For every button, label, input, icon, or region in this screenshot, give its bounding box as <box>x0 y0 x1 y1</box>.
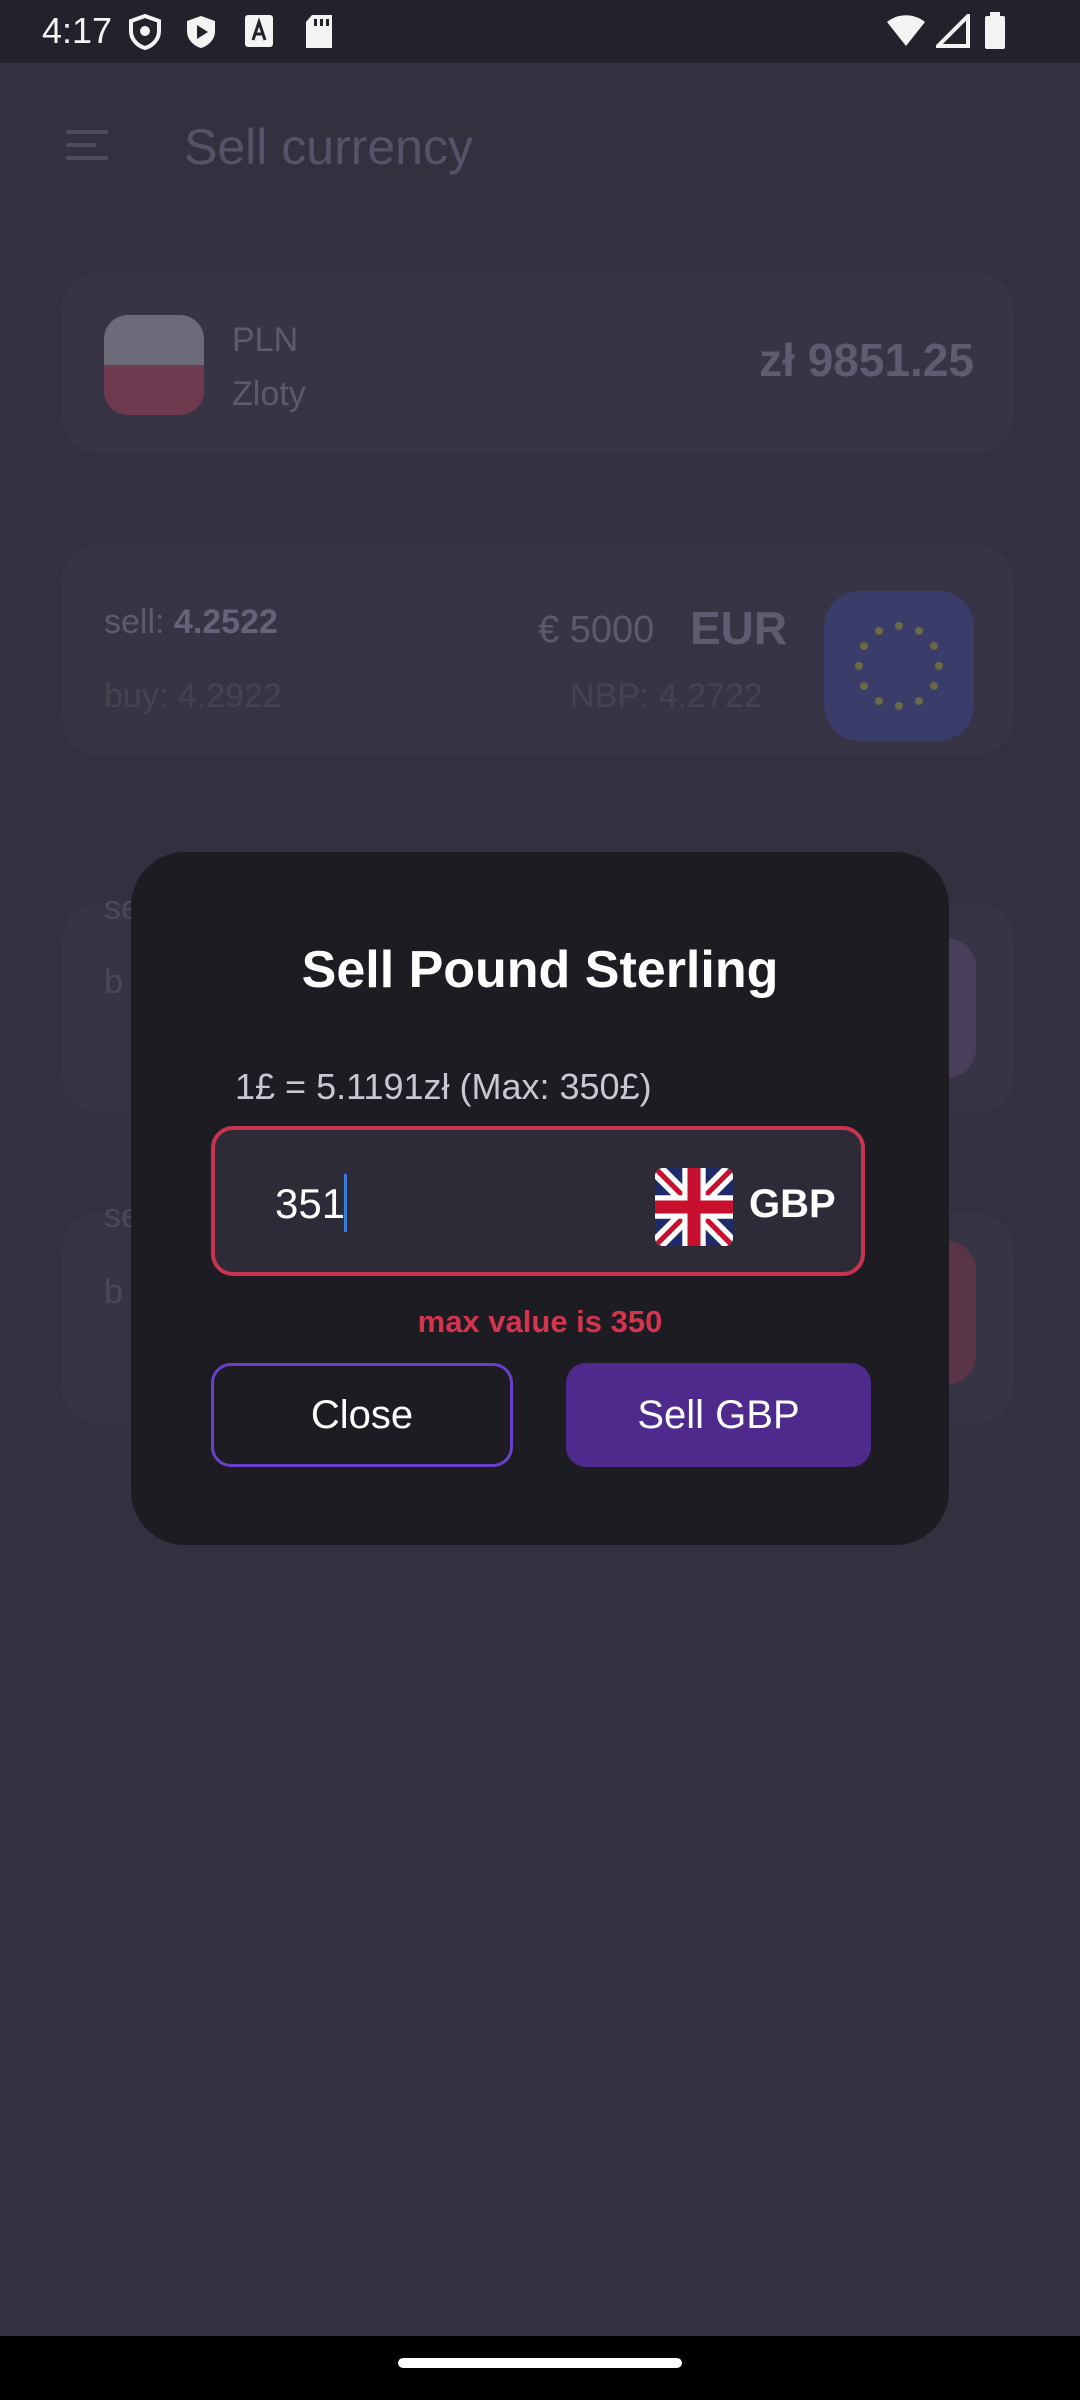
buy-rate: b <box>104 963 123 1001</box>
play-store-icon <box>187 16 215 48</box>
navigation-bar <box>0 2336 1080 2400</box>
menu-icon[interactable] <box>66 130 108 166</box>
base-currency-card[interactable]: PLN Zloty zł 9851.25 <box>62 273 1014 453</box>
shield-icon <box>129 14 161 50</box>
home-handle[interactable] <box>398 2358 682 2368</box>
currency-code: GBP <box>749 1182 836 1226</box>
status-time: 4:17 <box>42 10 113 51</box>
dialog-title: Sell Pound Sterling <box>301 941 779 999</box>
eu-flag-icon <box>824 591 974 741</box>
wifi-icon <box>887 15 925 46</box>
currency-name: Zloty <box>232 375 306 413</box>
buy-rate: buy: 4.2922 <box>104 677 282 715</box>
signal-icon <box>936 14 970 48</box>
currency-row-eur[interactable]: sell: 4.2522 buy: 4.2922 € 5000 EUR NBP:… <box>62 545 1014 755</box>
status-bar: 4:17 <box>0 0 1080 63</box>
currency-amount: € 5000 <box>538 609 655 651</box>
sell-button[interactable]: Sell GBP <box>566 1363 871 1467</box>
sell-dialog: Sell Pound Sterling 1£ = 5.1191zł (Max: … <box>131 852 949 1545</box>
validation-error: max value is 350 <box>417 1304 663 1339</box>
page-title: Sell currency <box>184 119 473 175</box>
currency-code: PLN <box>232 321 299 359</box>
battery-icon <box>985 12 1005 49</box>
pln-flag-icon <box>104 315 204 415</box>
text-caret <box>344 1174 347 1232</box>
uk-flag-icon <box>655 1168 733 1246</box>
buy-rate: b <box>104 1273 123 1311</box>
exchange-rate-info: 1£ = 5.1191zł (Max: 350£) <box>235 1066 652 1107</box>
app-header: Sell currency <box>0 63 1080 233</box>
sd-card-icon <box>306 15 332 48</box>
amount-value: 351 <box>275 1180 346 1227</box>
currency-code: EUR <box>690 602 788 654</box>
sell-rate: sell: 4.2522 <box>104 603 278 641</box>
currency-balance: zł 9851.25 <box>759 334 974 386</box>
nbp-rate: NBP: 4.2722 <box>570 677 763 715</box>
close-button[interactable]: Close <box>211 1363 513 1467</box>
amount-input[interactable]: 351 GBP <box>211 1126 865 1276</box>
font-a-icon <box>245 15 273 47</box>
